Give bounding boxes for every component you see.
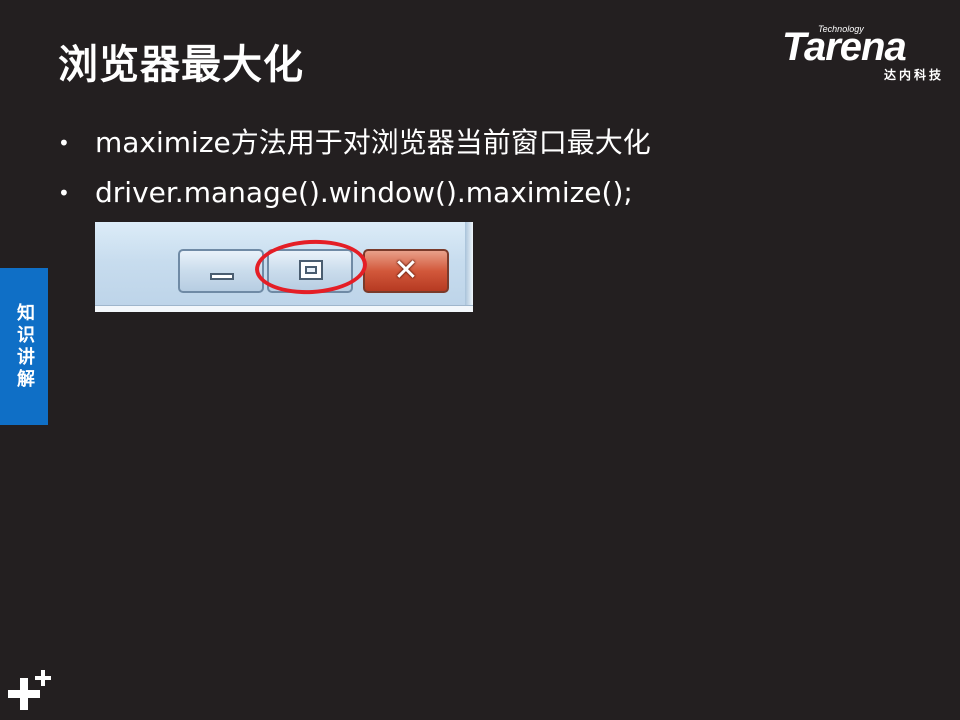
side-tab-label: 知识讲解 xyxy=(14,302,35,391)
window-bottom-strip xyxy=(95,305,473,312)
bullet-dot-icon: • xyxy=(58,131,70,155)
close-button[interactable]: ✕ xyxy=(363,249,449,293)
window-controls-screenshot: ✕ xyxy=(95,222,473,312)
close-icon: ✕ xyxy=(393,253,419,288)
logo-tagline: Technology xyxy=(818,24,864,34)
bullet-item: • maximize方法用于对浏览器当前窗口最大化 xyxy=(58,118,651,168)
bullet-item: • driver.manage().window().maximize(); xyxy=(58,168,651,218)
side-tab: 知识讲解 xyxy=(0,268,48,425)
tarena-logo: Tarena Technology 达内科技 xyxy=(778,24,946,84)
logo-cn-name: 达内科技 xyxy=(883,68,944,82)
bullet-code-text: driver.manage().window().maximize(); xyxy=(95,176,633,209)
bullet-text: maximize方法用于对浏览器当前窗口最大化 xyxy=(95,126,651,159)
bullet-list: • maximize方法用于对浏览器当前窗口最大化 • driver.manag… xyxy=(58,118,651,218)
plus-plus-icon xyxy=(8,670,51,710)
bullet-dot-icon: • xyxy=(58,181,70,205)
window-frame-edge xyxy=(465,222,473,312)
minimize-button[interactable] xyxy=(178,249,264,293)
slide-title: 浏览器最大化 xyxy=(58,42,304,88)
minimize-icon xyxy=(210,273,234,280)
